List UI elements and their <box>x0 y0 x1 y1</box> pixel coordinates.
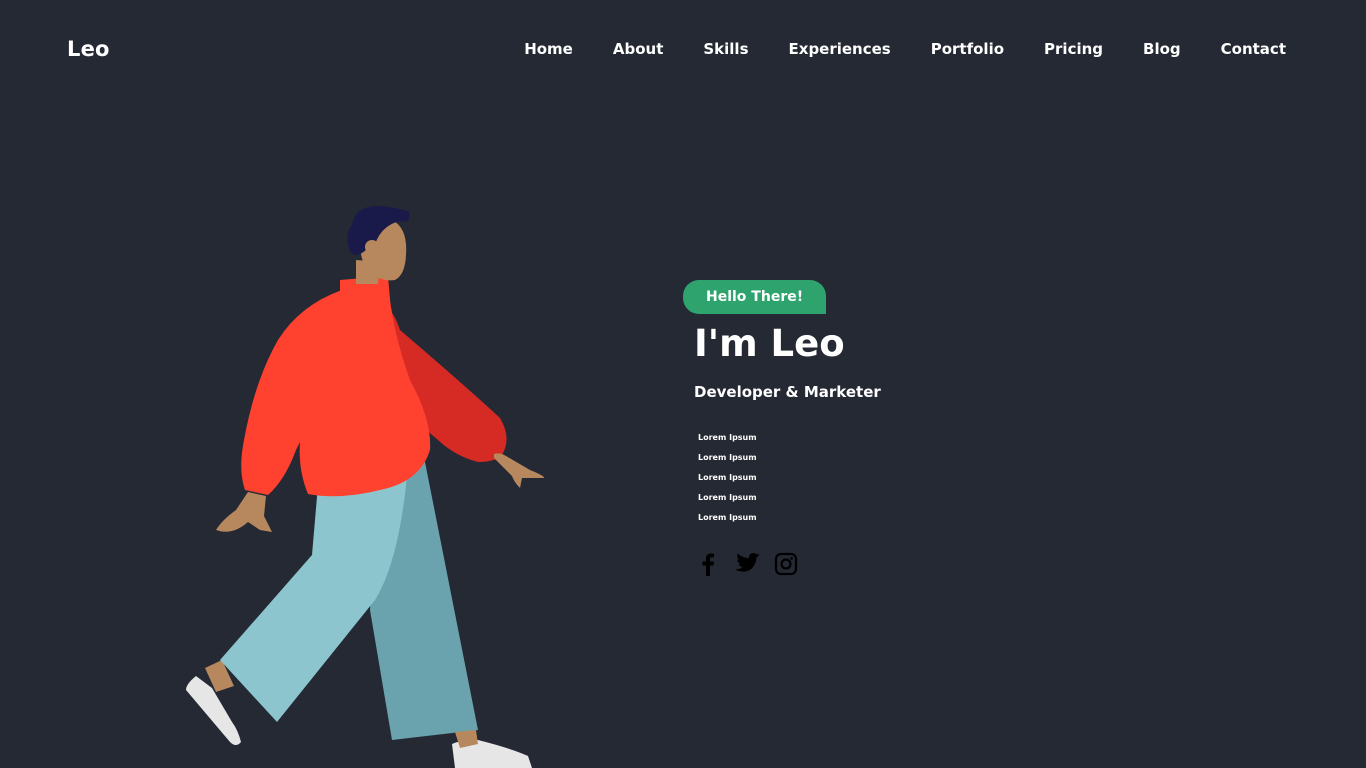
sweater <box>241 282 431 497</box>
main-nav: Home About Skills Experiences Portfolio … <box>524 40 1286 58</box>
nav-item-pricing[interactable]: Pricing <box>1044 40 1103 58</box>
greeting-badge: Hello There! <box>683 280 827 314</box>
twitter-icon[interactable] <box>732 552 760 576</box>
nav-item-skills[interactable]: Skills <box>703 40 748 58</box>
logo[interactable]: Leo <box>67 37 110 61</box>
front-hand <box>216 492 272 532</box>
description-list: Lorem Ipsum Lorem Ipsum Lorem Ipsum Lore… <box>698 428 881 528</box>
ear <box>365 240 379 254</box>
page: Leo Home About Skills Experiences Portfo… <box>0 0 1366 768</box>
facebook-icon[interactable] <box>698 552 718 576</box>
list-item: Lorem Ipsum <box>698 432 757 442</box>
nav-item-portfolio[interactable]: Portfolio <box>931 40 1004 58</box>
nav-item-blog[interactable]: Blog <box>1143 40 1181 58</box>
list-item: Lorem Ipsum <box>698 472 757 482</box>
nav-item-home[interactable]: Home <box>524 40 573 58</box>
instagram-icon[interactable] <box>774 552 798 576</box>
nav-item-about[interactable]: About <box>613 40 664 58</box>
walking-person-illustration <box>186 205 545 768</box>
list-item: Lorem Ipsum <box>698 492 757 502</box>
page-title: I'm Leo <box>694 322 845 365</box>
hero-section: Hello There! I'm Leo Developer & Markete… <box>683 280 881 576</box>
list-item: Lorem Ipsum <box>698 452 757 462</box>
nav-item-contact[interactable]: Contact <box>1221 40 1286 58</box>
page-subtitle: Developer & Marketer <box>694 382 881 401</box>
nav-item-experiences[interactable]: Experiences <box>789 40 891 58</box>
list-item: Lorem Ipsum <box>698 512 757 522</box>
social-links <box>698 552 881 576</box>
back-hand <box>494 453 545 488</box>
